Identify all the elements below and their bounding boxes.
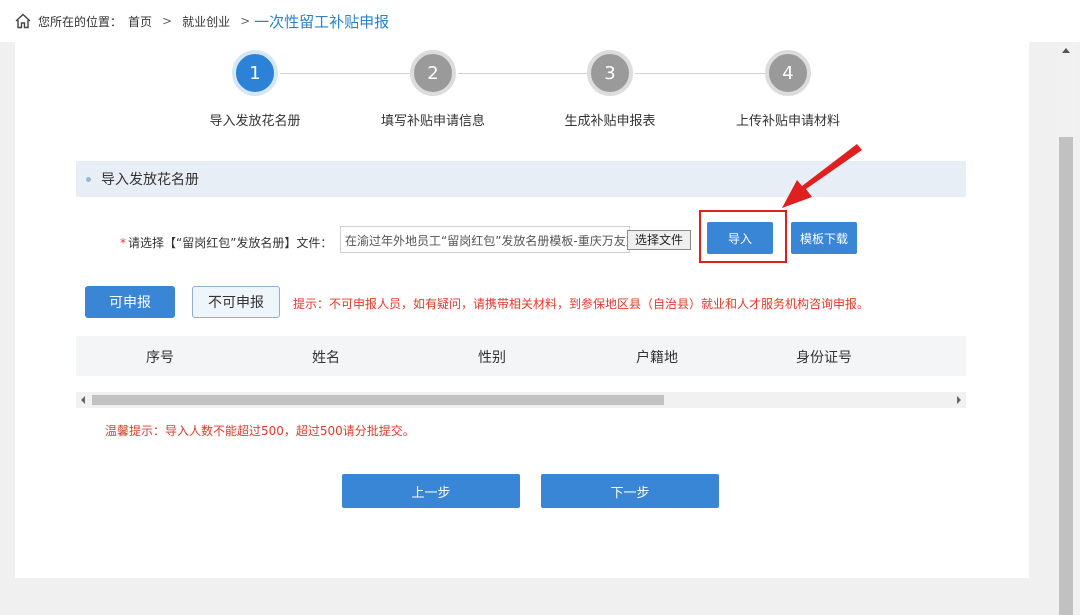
section-title: 导入发放花名册 [101, 172, 199, 188]
breadcrumb-prefix: 您所在的位置： [38, 14, 123, 29]
step-4: 4 上传补贴申请材料 [718, 50, 858, 129]
breadcrumb: 您所在的位置： 首页 > 就业创业 > 一次性留工补贴申报 [0, 0, 1080, 42]
bullet-icon [86, 176, 91, 182]
prev-step-button[interactable]: 上一步 [342, 474, 520, 508]
breadcrumb-home[interactable]: 首页 [128, 13, 152, 30]
step-label: 上传补贴申请材料 [735, 114, 840, 129]
file-label: * 请选择【“留岗红包”发放名册】文件： [120, 234, 332, 251]
step-3: 3 生成补贴申报表 [540, 50, 680, 129]
page-vertical-scrollbar[interactable] [1057, 42, 1075, 615]
scroll-right-icon[interactable] [957, 396, 961, 404]
tab-ineligible[interactable]: 不可申报 [192, 286, 280, 318]
template-download-button[interactable]: 模板下载 [791, 222, 857, 254]
file-label-text: 请选择【“留岗红包”发放名册】文件： [128, 236, 333, 250]
column-header: 户籍地 [636, 350, 678, 366]
step-number: 2 [410, 50, 456, 96]
tab-eligible[interactable]: 可申报 [85, 286, 175, 318]
scroll-up-icon[interactable] [1062, 48, 1070, 53]
scroll-left-icon[interactable] [81, 396, 85, 404]
step-1: 1 导入发放花名册 [185, 50, 325, 129]
step-label: 生成补贴申报表 [564, 114, 656, 129]
next-step-button[interactable]: 下一步 [541, 474, 719, 508]
scroll-thumb[interactable] [92, 395, 664, 405]
breadcrumb-employment[interactable]: 就业创业 [182, 13, 230, 30]
breadcrumb-current: 一次性留工补贴申报 [254, 12, 390, 31]
breadcrumb-separator: > [162, 14, 173, 28]
step-number: 1 [232, 50, 278, 96]
import-highlight-box [699, 210, 787, 263]
home-icon[interactable] [14, 12, 32, 30]
step-label: 填写补贴申请信息 [380, 114, 485, 129]
step-number: 4 [765, 50, 811, 96]
hint-text: 提示：不可申报人员，如有疑问，请携带相关材料，到参保地区县（自治县）就业和人才服… [293, 297, 870, 311]
column-header: 身份证号 [796, 350, 852, 366]
scroll-thumb[interactable] [1059, 137, 1073, 615]
column-header: 性别 [478, 350, 506, 366]
column-header: 序号 [146, 350, 174, 366]
section-header: 导入发放花名册 [76, 161, 966, 197]
required-mark: * [120, 236, 126, 250]
step-2: 2 填写补贴申请信息 [363, 50, 503, 129]
file-upload-row: * 请选择【“留岗红包”发放名册】文件： 在渝过年外地员工“留岗红包”发放名册模板… [15, 222, 1029, 262]
step-progress: 1 导入发放花名册 2 填写补贴申请信息 3 生成补贴申报表 4 上传补贴申请材… [15, 42, 1029, 152]
table-horizontal-scrollbar[interactable] [76, 392, 966, 408]
file-path-input[interactable]: 在渝过年外地员工“留岗红包”发放名册模板-重庆万友人 [340, 226, 630, 253]
step-label: 导入发放花名册 [209, 114, 301, 129]
table-header: 序号 姓名 性别 户籍地 身份证号 [76, 336, 966, 376]
column-header: 姓名 [312, 350, 340, 366]
choose-file-button[interactable]: 选择文件 [627, 230, 691, 250]
warm-tip: 温馨提示：导入人数不能超过500，超过500请分批提交。 [105, 424, 415, 438]
step-number: 3 [587, 50, 633, 96]
breadcrumb-separator: > [240, 14, 251, 28]
main-panel: 1 导入发放花名册 2 填写补贴申请信息 3 生成补贴申报表 4 上传补贴申请材… [15, 42, 1029, 578]
